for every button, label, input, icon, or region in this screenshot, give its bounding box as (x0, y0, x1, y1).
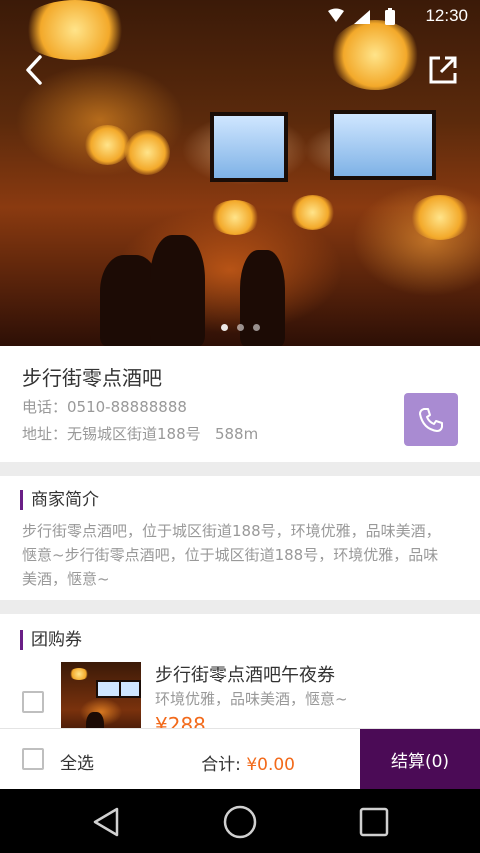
chandelier-lamp (290, 195, 335, 230)
status-icons (328, 8, 395, 25)
shop-name: 步行街零点酒吧 (22, 366, 162, 390)
shop-distance: 588m (214, 425, 259, 443)
section-title-intro: 商家简介 (20, 490, 99, 510)
total-label: 合计: (201, 755, 241, 775)
wifi-icon (328, 8, 344, 22)
nav-recents-icon[interactable] (358, 806, 390, 838)
chandelier-lamp (210, 200, 260, 235)
status-time: 12:30 (425, 6, 468, 25)
phone-icon (419, 407, 443, 432)
deal-price: ¥288 (155, 713, 206, 728)
tv-screen (330, 110, 436, 180)
select-all-checkbox[interactable] (22, 748, 44, 770)
shop-address-line: 地址：无锡城区街道188号 588m (22, 423, 258, 444)
group-buy-section: 团购券 步行街零点酒吧午夜券 环境优雅，品味美酒，惬意~ ¥288 (0, 614, 480, 728)
carousel-dot (236, 324, 244, 331)
back-arrow-icon[interactable] (18, 52, 54, 88)
signal-icon (354, 10, 370, 24)
nav-back-icon[interactable] (90, 806, 122, 838)
deal-checkbox[interactable] (22, 691, 44, 713)
status-bar: 12:30 (0, 0, 480, 34)
deal-title[interactable]: 步行街零点酒吧午夜券 (155, 661, 335, 687)
total-amount: ¥0.00 (246, 755, 295, 775)
carousel-dot (252, 324, 260, 331)
tv-screen (210, 112, 288, 182)
intro-text: 步行街零点酒吧，位于城区街道188号，环境优雅，品味美酒，惬意~步行街零点酒吧，… (22, 522, 441, 588)
battery-icon (385, 10, 395, 25)
merchant-intro-section: 商家简介 步行街零点酒吧，位于城区街道188号，环境优雅，品味美酒，惬意~步行街… (0, 476, 480, 600)
carousel-indicator (0, 324, 480, 331)
carousel-dot (220, 324, 228, 331)
checkout-button[interactable]: 结算(0) (360, 729, 480, 789)
deal-thumbnail[interactable] (61, 662, 141, 728)
shop-phone: 电话：0510-88888888 (22, 398, 187, 416)
shop-address: 地址：无锡城区街道188号 (22, 425, 201, 443)
chandelier-lamp (85, 125, 130, 165)
section-title-group-buy: 团购券 (20, 630, 82, 650)
chandelier-lamp (125, 130, 170, 175)
patron-silhouette (240, 250, 285, 346)
share-icon[interactable] (428, 55, 458, 85)
nav-home-icon[interactable] (222, 804, 258, 840)
shop-info-card: 步行街零点酒吧 电话：0510-88888888 地址：无锡城区街道188号 5… (0, 346, 480, 462)
deal-description: 环境优雅，品味美酒，惬意~ (155, 690, 348, 708)
total: 合计: ¥0.00 (201, 750, 295, 775)
call-button[interactable] (404, 393, 458, 446)
system-nav-bar (0, 789, 480, 853)
hero-image[interactable]: 12:30 (0, 0, 480, 346)
cart-bar: 全选 合计: ¥0.00 结算(0) (0, 728, 480, 789)
select-all-label[interactable]: 全选 (60, 749, 94, 774)
chandelier-lamp (410, 195, 470, 240)
